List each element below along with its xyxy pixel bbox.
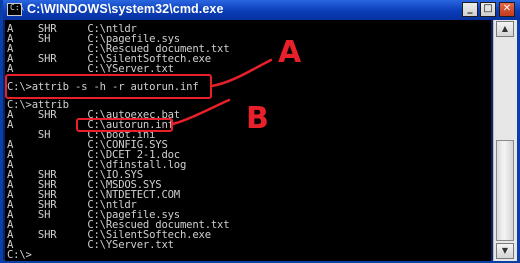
scroll-thumb[interactable] — [496, 140, 514, 241]
title-bar[interactable]: C:\ C:\WINDOWS\system32\cmd.exe _ □ ✕ — [3, 0, 520, 20]
vertical-scrollbar[interactable]: ▲ ▼ — [493, 20, 517, 261]
maximize-button[interactable]: □ — [480, 2, 496, 17]
annotation-box-a — [5, 74, 212, 99]
close-button[interactable]: ✕ — [499, 2, 515, 17]
window-title: C:\WINDOWS\system32\cmd.exe — [27, 2, 224, 16]
scroll-down-button[interactable]: ▼ — [496, 243, 514, 259]
cmd-app-icon[interactable]: C:\ — [7, 3, 25, 16]
console-output[interactable]: A SHR C:\ntldr A SH C:\pagefile.sys A C:… — [5, 20, 491, 261]
cmd-window: C:\ C:\WINDOWS\system32\cmd.exe _ □ ✕ A … — [0, 0, 520, 263]
annotation-box-b — [76, 118, 173, 132]
console-line: A C:\YServer.txt — [7, 239, 174, 251]
scroll-up-button[interactable]: ▲ — [496, 21, 514, 37]
console-prompt[interactable]: C:\> — [7, 249, 32, 261]
cmd-icon-glyph: C:\ — [10, 3, 25, 12]
minimize-button[interactable]: _ — [462, 2, 478, 17]
